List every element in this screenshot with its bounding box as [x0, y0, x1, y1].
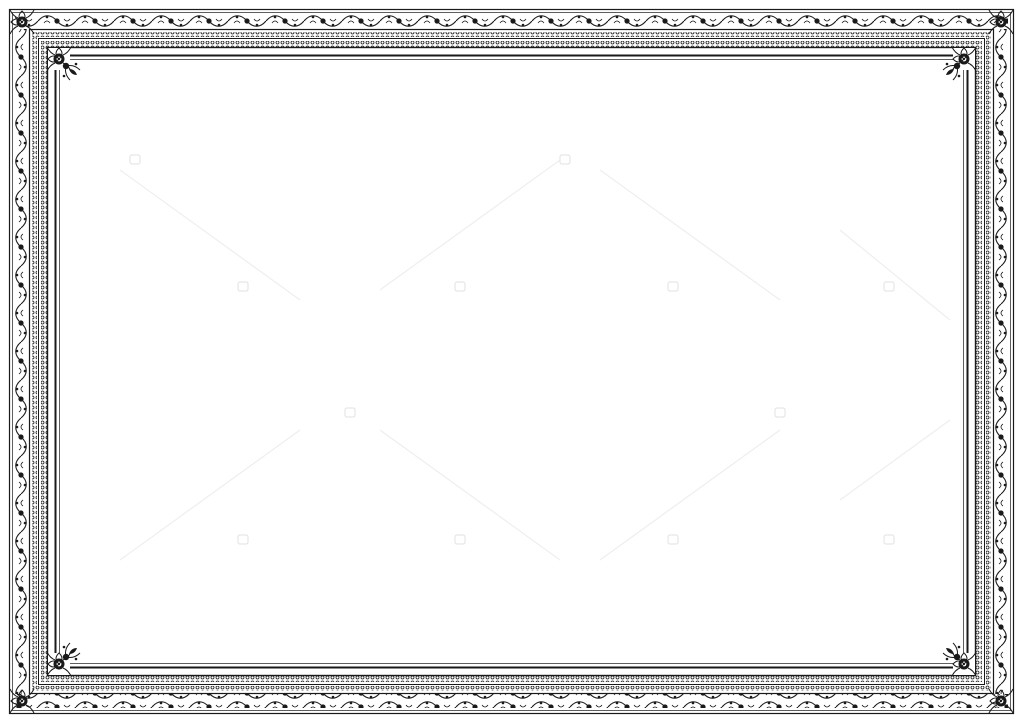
bottom-vine-band: [15, 694, 1008, 708]
certificate-frame: [0, 0, 1023, 723]
right-vine-band: [994, 29, 1008, 694]
top-vine-band: [15, 15, 1008, 29]
left-vine-band: [15, 29, 29, 694]
certificate-center-text: [64, 64, 959, 659]
